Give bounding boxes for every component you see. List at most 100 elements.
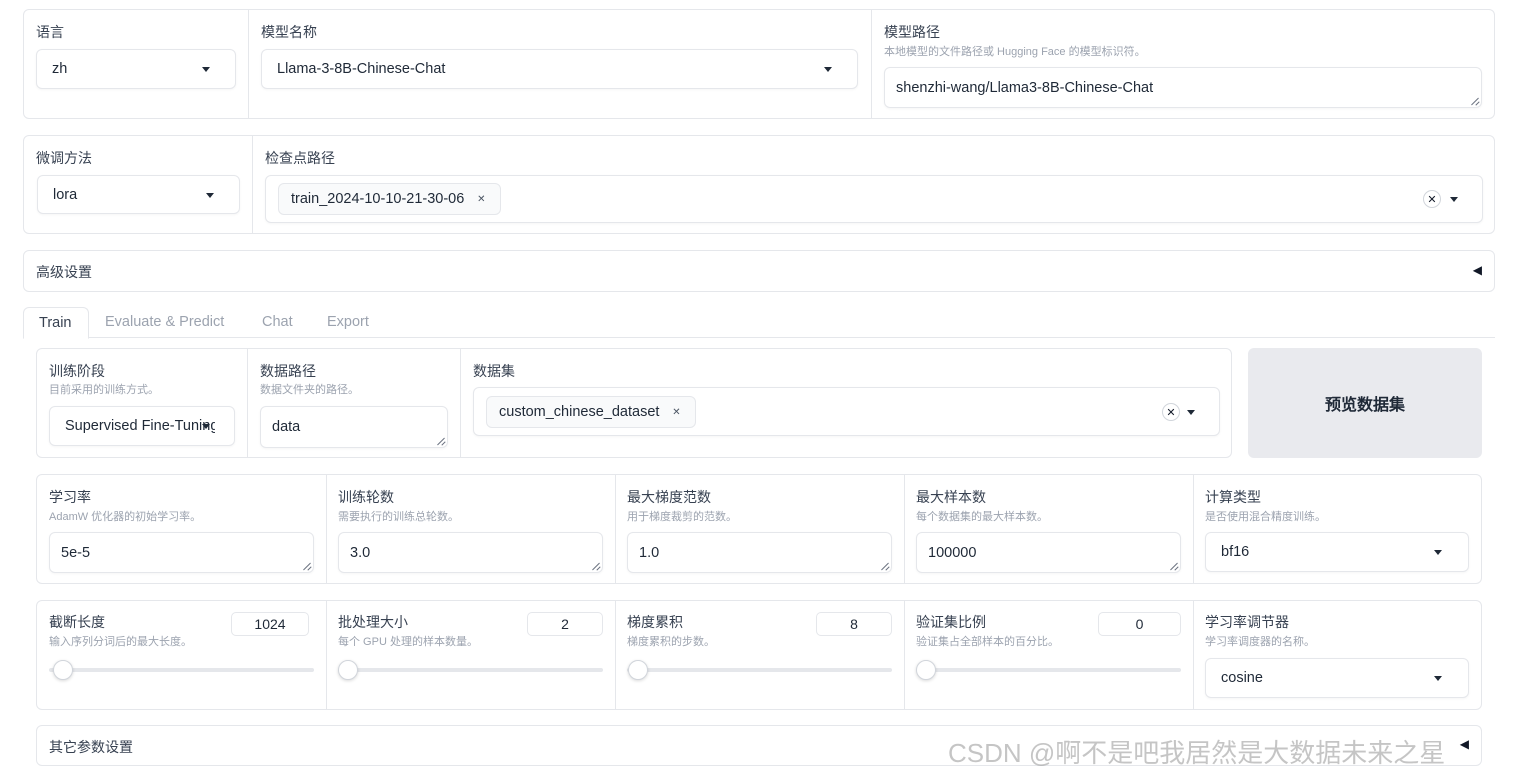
cutoff-len-slider-thumb[interactable] [53, 660, 73, 680]
checkpoint-path-multiselect[interactable]: train_2024-10-10-21-30-06 ✕ ✕ [265, 175, 1483, 223]
batch-size-slider-thumb[interactable] [338, 660, 358, 680]
lr-scheduler-label: 学习率调节器 [1205, 614, 1289, 630]
model-path-description: 本地模型的文件路径或 Hugging Face 的模型标识符。 [884, 46, 1146, 58]
cutoff-len-slider-track[interactable] [49, 668, 314, 672]
language-value: zh [52, 61, 68, 77]
finetune-method-label: 微调方法 [36, 150, 92, 166]
grad-accum-slider-track[interactable] [627, 668, 892, 672]
clear-selection-icon[interactable]: ✕ [1423, 190, 1441, 208]
grad-accum-slider-thumb[interactable] [628, 660, 648, 680]
chevron-down-icon [202, 424, 210, 429]
clear-selection-icon[interactable]: ✕ [1162, 403, 1180, 421]
data-dir-description: 数据文件夹的路径。 [260, 384, 359, 396]
finetune-method-value: lora [53, 186, 78, 203]
model-path-label: 模型路径 [884, 24, 940, 40]
remove-chip-icon[interactable]: ✕ [474, 192, 488, 206]
slider-row: 截断长度 输入序列分词后的最大长度。 1024 批处理大小 每个 GPU 处理的… [36, 600, 1482, 710]
epochs-input[interactable]: 3.0 [338, 532, 603, 573]
max-samples-description: 每个数据集的最大样本数。 [916, 511, 1048, 523]
compute-type-dropdown[interactable]: bf16 [1205, 532, 1469, 572]
chevron-down-icon [1450, 197, 1458, 202]
resize-handle-icon[interactable] [592, 562, 600, 570]
data-dir-label: 数据路径 [260, 363, 316, 379]
data-dir-input[interactable]: data [260, 406, 448, 448]
lr-scheduler-description: 学习率调度器的名称。 [1205, 636, 1315, 648]
watermark-text: CSDN @啊不是吧我居然是大数据未来之星 [948, 738, 1446, 768]
compute-type-description: 是否使用混合精度训练。 [1205, 511, 1326, 523]
collapse-triangle-icon[interactable]: ◀ [1460, 737, 1469, 751]
max-samples-input[interactable]: 100000 [916, 532, 1181, 573]
cutoff-len-label: 截断长度 [49, 614, 105, 630]
batch-size-number[interactable]: 2 [527, 612, 603, 636]
data-config-row: 训练阶段 目前采用的训练方式。 Supervised Fine-Tuning 数… [36, 348, 1232, 458]
learning-rate-description: AdamW 优化器的初始学习率。 [49, 511, 202, 523]
lr-scheduler-value: cosine [1221, 670, 1263, 686]
chevron-down-icon [824, 67, 832, 72]
tab-chat[interactable]: Chat [262, 314, 293, 330]
checkpoint-row: 微调方法 lora 检查点路径 train_2024-10-10-21-30-0… [23, 135, 1495, 234]
chevron-down-icon [206, 193, 214, 198]
chevron-down-icon [1434, 550, 1442, 555]
stage-description: 目前采用的训练方式。 [49, 384, 159, 396]
dataset-chip[interactable]: custom_chinese_dataset ✕ [486, 396, 697, 428]
collapse-triangle-icon[interactable]: ◀ [1473, 263, 1482, 277]
model-name-label: 模型名称 [261, 24, 317, 40]
lr-scheduler-dropdown[interactable]: cosine [1205, 658, 1469, 698]
model-name-dropdown[interactable]: Llama-3-8B-Chinese-Chat [261, 49, 858, 89]
grad-accum-label: 梯度累积 [627, 614, 683, 630]
dataset-label: 数据集 [473, 363, 515, 379]
resize-handle-icon[interactable] [1170, 562, 1178, 570]
val-size-slider-thumb[interactable] [916, 660, 936, 680]
checkpoint-path-label: 检查点路径 [265, 150, 335, 166]
cutoff-len-number[interactable]: 1024 [231, 612, 309, 636]
val-size-number[interactable]: 0 [1098, 612, 1181, 636]
chevron-down-icon [1434, 676, 1442, 681]
resize-handle-icon[interactable] [303, 562, 311, 570]
resize-handle-icon[interactable] [437, 437, 445, 445]
checkpoint-chip-label: train_2024-10-10-21-30-06 [291, 191, 465, 207]
learning-rate-value: 5e-5 [61, 544, 91, 561]
grad-accum-description: 梯度累积的步数。 [627, 636, 715, 648]
max-grad-norm-value: 1.0 [639, 544, 660, 561]
tab-evaluate-predict[interactable]: Evaluate & Predict [105, 314, 224, 330]
max-grad-norm-input[interactable]: 1.0 [627, 532, 892, 573]
batch-size-description: 每个 GPU 处理的样本数量。 [338, 636, 478, 648]
learning-rate-input[interactable]: 5e-5 [49, 532, 314, 573]
tab-export[interactable]: Export [327, 314, 369, 330]
model-name-value: Llama-3-8B-Chinese-Chat [277, 61, 446, 77]
resize-handle-icon[interactable] [1471, 97, 1479, 105]
remove-chip-icon[interactable]: ✕ [669, 405, 683, 419]
epochs-label: 训练轮数 [338, 489, 394, 505]
grad-accum-number[interactable]: 8 [816, 612, 892, 636]
dataset-chip-label: custom_chinese_dataset [499, 404, 660, 420]
epochs-value: 3.0 [350, 544, 371, 561]
max-samples-label: 最大样本数 [916, 489, 986, 505]
max-grad-norm-description: 用于梯度裁剪的范数。 [627, 511, 737, 523]
max-grad-norm-label: 最大梯度范数 [627, 489, 711, 505]
model-config-row: 语言 zh 模型名称 Llama-3-8B-Chinese-Chat 模型路径 … [23, 9, 1495, 119]
model-path-value: shenzhi-wang/Llama3-8B-Chinese-Chat [896, 79, 1154, 96]
model-path-input[interactable]: shenzhi-wang/Llama3-8B-Chinese-Chat [884, 67, 1482, 108]
epochs-description: 需要执行的训练总轮数。 [338, 511, 459, 523]
tab-train-label: Train [39, 315, 72, 331]
dataset-multiselect[interactable]: custom_chinese_dataset ✕ ✕ [473, 387, 1220, 436]
val-size-slider-track[interactable] [916, 668, 1181, 672]
tab-train[interactable]: Train [23, 307, 89, 339]
finetune-method-dropdown[interactable]: lora [37, 175, 240, 214]
other-settings-label: 其它参数设置 [49, 739, 133, 755]
preview-dataset-button[interactable]: 预览数据集 [1248, 348, 1482, 458]
checkpoint-chip[interactable]: train_2024-10-10-21-30-06 ✕ [278, 183, 502, 215]
compute-type-label: 计算类型 [1205, 489, 1261, 505]
advanced-settings-accordion[interactable]: 高级设置 ◀ [23, 250, 1495, 292]
stage-label: 训练阶段 [49, 363, 105, 379]
batch-size-label: 批处理大小 [338, 614, 408, 630]
resize-handle-icon[interactable] [881, 562, 889, 570]
val-size-label: 验证集比例 [916, 614, 986, 630]
cutoff-len-description: 输入序列分词后的最大长度。 [49, 636, 192, 648]
data-dir-value: data [272, 419, 301, 435]
tab-bar: Train Evaluate & Predict Chat Export [23, 307, 1495, 339]
val-size-description: 验证集占全部样本的百分比。 [916, 636, 1059, 648]
language-dropdown[interactable]: zh [36, 49, 236, 89]
stage-dropdown[interactable]: Supervised Fine-Tuning [49, 406, 235, 446]
batch-size-slider-track[interactable] [338, 668, 603, 672]
